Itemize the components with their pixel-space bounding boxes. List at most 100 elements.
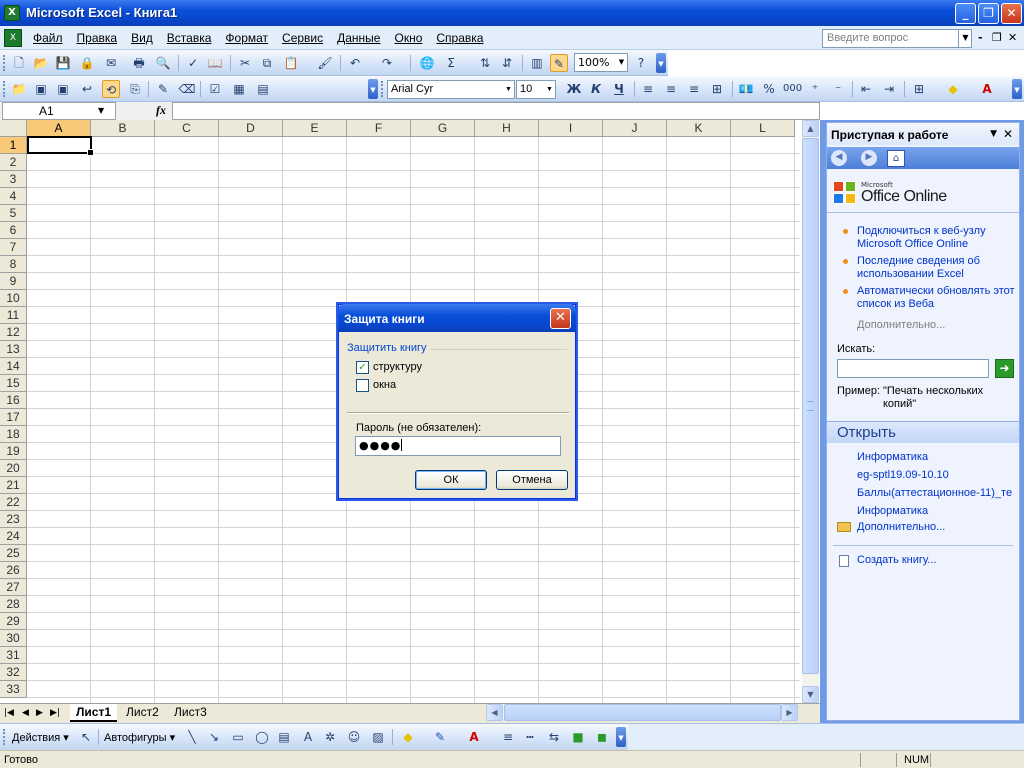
row-header[interactable]: 32 xyxy=(0,664,27,681)
help-question-input[interactable]: Введите вопрос xyxy=(822,29,972,48)
chevron-down-icon[interactable]: ▼ xyxy=(503,81,514,98)
reply-icon[interactable]: ↩ xyxy=(78,80,96,98)
redo-icon[interactable]: ↷ xyxy=(378,54,396,72)
row-header[interactable]: 29 xyxy=(0,613,27,630)
hyperlink-icon[interactable]: 🌐 xyxy=(418,54,436,72)
formula-input[interactable] xyxy=(172,102,820,120)
row-header[interactable]: 10 xyxy=(0,290,27,307)
toolbar-grip[interactable] xyxy=(3,81,6,97)
forward-icon[interactable]: ▶ xyxy=(861,150,877,166)
sheet-tab-3[interactable]: Лист3 xyxy=(168,704,213,722)
row-header[interactable]: 22 xyxy=(0,494,27,511)
borders-icon[interactable]: ⊞ xyxy=(910,80,928,98)
email-icon[interactable]: ✉ xyxy=(102,54,120,72)
windows-checkbox[interactable] xyxy=(356,379,369,392)
open-more-link[interactable]: Дополнительно... xyxy=(857,521,1017,533)
row-header[interactable]: 9 xyxy=(0,273,27,290)
menu-item[interactable]: Вставка xyxy=(160,31,219,45)
zoom-select[interactable]: 100% ▼ xyxy=(574,53,628,72)
vertical-scrollbar[interactable]: ▲ ▼ xyxy=(802,120,819,703)
home-icon[interactable]: ⌂ xyxy=(887,150,905,167)
font-select[interactable]: Arial Cyr ▼ xyxy=(387,80,515,99)
open-icon[interactable]: 📂 xyxy=(32,54,50,72)
row-header[interactable]: 8 xyxy=(0,256,27,273)
folder-icon[interactable]: 📁 xyxy=(10,80,28,98)
column-header[interactable]: B xyxy=(91,120,155,137)
last-sheet-icon[interactable]: ▶| xyxy=(50,708,60,718)
first-sheet-icon[interactable]: |◀ xyxy=(4,708,14,718)
row-header[interactable]: 2 xyxy=(0,154,27,171)
align-right-icon[interactable]: ≡ xyxy=(685,80,703,98)
new-icon[interactable]: 🗋 xyxy=(10,54,28,72)
column-header[interactable]: E xyxy=(283,120,347,137)
horizontal-scroll-thumb[interactable] xyxy=(504,704,781,721)
permission-icon[interactable]: 🔒 xyxy=(78,54,96,72)
windows-label[interactable]: окна xyxy=(373,379,396,391)
column-header[interactable]: H xyxy=(475,120,539,137)
scroll-right-icon[interactable]: ▶ xyxy=(781,704,798,721)
toolbar-grip[interactable] xyxy=(381,81,384,97)
autoshapes-menu[interactable]: Автофигуры ▾ xyxy=(104,731,175,744)
close-icon[interactable]: ✕ xyxy=(1003,127,1013,141)
back-icon[interactable]: ◀ xyxy=(831,150,847,166)
recent-file[interactable]: Информатика xyxy=(857,451,1017,463)
actions-menu[interactable]: Действия ▾ xyxy=(12,731,69,744)
cut-icon[interactable]: ✂ xyxy=(236,54,254,72)
row-header[interactable]: 25 xyxy=(0,545,27,562)
spelling-icon[interactable]: ✓ xyxy=(184,54,202,72)
shadow-icon[interactable]: ■ xyxy=(570,729,586,745)
percent-button[interactable]: % xyxy=(760,80,778,98)
go-arrow-icon[interactable]: ➜ xyxy=(995,359,1014,378)
workbook-icon[interactable]: X xyxy=(4,29,22,47)
reviewing-pane-icon[interactable]: ▤ xyxy=(254,80,272,98)
row-header[interactable]: 33 xyxy=(0,681,27,698)
sort-descending-icon[interactable]: ⇵ xyxy=(498,54,516,72)
row-header[interactable]: 18 xyxy=(0,426,27,443)
oval-icon[interactable]: ◯ xyxy=(254,729,270,745)
protect-icon[interactable]: ⟲ xyxy=(102,80,120,98)
3d-icon[interactable]: ◼ xyxy=(594,729,610,745)
dialog-close-button[interactable]: ✕ xyxy=(550,308,571,329)
decrease-indent-icon[interactable]: ⇤ xyxy=(857,80,875,98)
minimize-button[interactable]: _ xyxy=(955,3,976,24)
row-header[interactable]: 7 xyxy=(0,239,27,256)
row-header[interactable]: 11 xyxy=(0,307,27,324)
menu-item[interactable]: Вид xyxy=(124,31,160,45)
comma-style-button[interactable]: 000 xyxy=(783,80,802,98)
row-header[interactable]: 5 xyxy=(0,205,27,222)
active-cell-a1[interactable] xyxy=(27,136,94,156)
password-input[interactable]: ●●●● xyxy=(355,436,561,456)
doc-close-button[interactable]: ✕ xyxy=(1008,31,1017,44)
row-header[interactable]: 14 xyxy=(0,358,27,375)
line-color-icon[interactable]: ✎ xyxy=(432,729,448,745)
column-header[interactable]: K xyxy=(667,120,731,137)
prev-sheet-icon[interactable]: ◀ xyxy=(22,708,29,718)
scroll-down-icon[interactable]: ▼ xyxy=(802,686,819,703)
line-icon[interactable]: ╲ xyxy=(184,729,200,745)
column-header[interactable]: C xyxy=(155,120,219,137)
row-header[interactable]: 30 xyxy=(0,630,27,647)
structure-checkbox[interactable]: ✓ xyxy=(356,361,369,374)
column-header[interactable]: F xyxy=(347,120,411,137)
toolbar-grip[interactable] xyxy=(3,55,6,71)
scroll-left-icon[interactable]: ◀ xyxy=(486,704,503,721)
recent-file[interactable]: Баллы(аттестационное-11)_те xyxy=(857,487,1017,499)
vertical-scroll-thumb[interactable] xyxy=(802,138,819,674)
font-color-icon[interactable]: A xyxy=(466,729,482,745)
doc-minimize-button[interactable]: - xyxy=(978,31,983,44)
decrease-decimal-icon[interactable]: ⁻ xyxy=(829,80,847,98)
select-all-button[interactable] xyxy=(0,120,27,137)
link-latest-news[interactable]: Последние сведения об использовании Exce… xyxy=(837,255,1015,281)
format-painter-icon[interactable]: 🖌 xyxy=(316,54,334,72)
row-header[interactable]: 3 xyxy=(0,171,27,188)
toolbar-options-icon[interactable]: ▼ xyxy=(1012,79,1022,99)
arrow-icon[interactable]: ↘ xyxy=(206,729,222,745)
cancel-button[interactable]: Отмена xyxy=(496,470,568,490)
column-header[interactable]: G xyxy=(411,120,475,137)
dialog-title-bar[interactable]: Защита книги ✕ xyxy=(338,304,576,332)
merge-center-icon[interactable]: ⊞ xyxy=(708,80,726,98)
row-header[interactable]: 19 xyxy=(0,443,27,460)
row-header[interactable]: 12 xyxy=(0,324,27,341)
diagram-icon[interactable]: ✲ xyxy=(322,729,338,745)
horizontal-scrollbar[interactable]: ◀ ▶ xyxy=(486,704,798,721)
